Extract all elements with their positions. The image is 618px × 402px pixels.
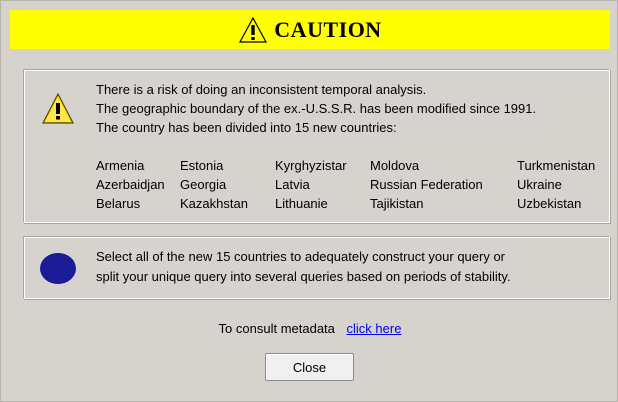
info-message: Select all of the new 15 countries to ad… <box>96 247 511 287</box>
metadata-label: To consult metadata <box>218 321 335 336</box>
country-name: Azerbaidjan <box>96 177 165 192</box>
metadata-row: To consult metadata click here <box>1 321 618 336</box>
warning-icon <box>42 92 74 124</box>
blue-circle-icon <box>40 253 76 284</box>
country-name: Kazakhstan <box>180 196 248 211</box>
info-panel: Select all of the new 15 countries to ad… <box>23 236 610 299</box>
info-line: Select all of the new 15 countries to ad… <box>96 249 506 264</box>
warning-message: There is a risk of doing an inconsistent… <box>96 80 536 137</box>
country-name: Tajikistan <box>370 196 424 211</box>
country-name: Moldova <box>370 158 420 173</box>
caution-title-bar: CAUTION <box>10 10 610 49</box>
caution-title: CAUTION <box>274 16 382 42</box>
warning-icon <box>239 16 268 43</box>
warning-line: There is a risk of doing an inconsistent… <box>96 82 427 97</box>
warning-line: The geographic boundary of the ex.-U.S.S… <box>96 101 537 116</box>
country-name: Kyrghyzistar <box>275 158 347 173</box>
country-name: Turkmenistan <box>517 158 596 173</box>
caution-dialog: CAUTION There is a risk of doing an inco… <box>0 0 618 402</box>
country-name: Georgia <box>180 177 227 192</box>
country-name: Belarus <box>96 196 141 211</box>
country-name: Russian Federation <box>370 177 483 192</box>
country-name: Uzbekistan <box>517 196 582 211</box>
info-line: split your unique query into several que… <box>96 269 511 284</box>
warning-panel: There is a risk of doing an inconsistent… <box>23 69 610 223</box>
country-name: Latvia <box>275 177 310 192</box>
country-name: Lithuanie <box>275 196 328 211</box>
country-name: Estonia <box>180 158 224 173</box>
metadata-link[interactable]: click here <box>347 321 402 336</box>
country-name: Armenia <box>96 158 145 173</box>
warning-line: The country has been divided into 15 new… <box>96 120 397 135</box>
close-button[interactable]: Close <box>265 353 354 381</box>
country-name: Ukraine <box>517 177 562 192</box>
